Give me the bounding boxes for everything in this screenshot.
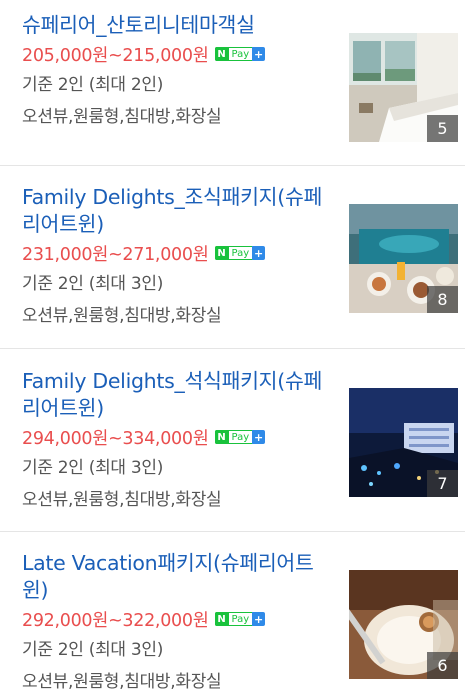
npay-plus-icon: + [252,430,266,444]
room-features: 오션뷰,원룸형,침대방,화장실 [22,306,222,326]
npay-label: Pay [228,612,253,626]
room-title[interactable]: Late Vacation패키지(슈페리어트윈) [22,550,334,604]
list-item[interactable]: 슈페리어_산토리니테마객실 205,000원~215,000원 N Pay + … [0,0,465,166]
photo-count: 8 [427,286,458,313]
room-capacity: 기준 2인 (최대 2인) [22,75,164,95]
room-capacity: 기준 2인 (최대 3인) [22,458,164,478]
room-thumbnail[interactable]: 7 [349,388,458,497]
room-thumbnail[interactable]: 5 [349,33,458,142]
room-features: 오션뷰,원룸형,침대방,화장실 [22,107,222,127]
room-thumbnail[interactable]: 6 [349,570,458,679]
room-title[interactable]: 슈페리어_산토리니테마객실 [22,12,334,39]
list-item[interactable]: Late Vacation패키지(슈페리어트윈) 292,000원~322,00… [0,532,465,693]
photo-count: 7 [427,470,458,497]
list-item[interactable]: Family Delights_석식패키지(슈페리어트윈) 294,000원~3… [0,349,465,532]
room-list: 슈페리어_산토리니테마객실 205,000원~215,000원 N Pay + … [0,0,465,693]
room-features: 오션뷰,원룸형,침대방,화장실 [22,490,222,510]
npay-plus-icon: + [252,612,266,626]
npay-n-icon: N [214,430,229,444]
npay-n-icon: N [214,612,229,626]
room-price: 205,000원~215,000원 [22,45,209,66]
room-price: 231,000원~271,000원 [22,244,209,265]
npay-plus-icon: + [252,246,266,260]
room-features: 오션뷰,원룸형,침대방,화장실 [22,672,222,692]
room-title[interactable]: Family Delights_석식패키지(슈페리어트윈) [22,368,334,422]
npay-badge: N Pay + [214,47,266,61]
npay-plus-icon: + [252,47,266,61]
npay-label: Pay [228,430,253,444]
npay-n-icon: N [214,47,229,61]
npay-n-icon: N [214,246,229,260]
npay-badge: N Pay + [214,430,266,444]
room-title[interactable]: Family Delights_조식패키지(슈페리어트윈) [22,184,334,238]
room-price: 292,000원~322,000원 [22,610,209,631]
room-price: 294,000원~334,000원 [22,428,209,449]
photo-count: 5 [427,115,458,142]
room-thumbnail[interactable]: 8 [349,204,458,313]
npay-label: Pay [228,246,253,260]
npay-badge: N Pay + [214,246,266,260]
photo-count: 6 [427,652,458,679]
room-capacity: 기준 2인 (최대 3인) [22,274,164,294]
list-item[interactable]: Family Delights_조식패키지(슈페리어트윈) 231,000원~2… [0,166,465,349]
npay-label: Pay [228,47,253,61]
room-capacity: 기준 2인 (최대 3인) [22,640,164,660]
npay-badge: N Pay + [214,612,266,626]
